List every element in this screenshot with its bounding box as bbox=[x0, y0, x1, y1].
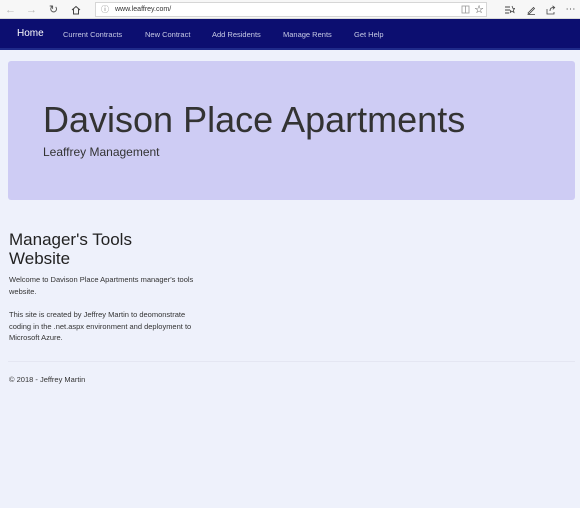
nav-get-help[interactable]: Get Help bbox=[354, 30, 384, 39]
back-icon[interactable]: ← bbox=[3, 2, 18, 17]
nav-add-residents[interactable]: Add Residents bbox=[212, 30, 261, 39]
section-heading: Manager's Tools Website bbox=[9, 230, 132, 268]
browser-toolbar: ← → ↻ ⓘ www.leaffrey.com/ ☆ ⋯ bbox=[0, 0, 580, 19]
url-text: www.leaffrey.com/ bbox=[115, 6, 172, 13]
address-bar[interactable]: ⓘ www.leaffrey.com/ ☆ bbox=[95, 2, 487, 17]
reading-view-icon[interactable] bbox=[458, 4, 472, 15]
favorites-hub-icon[interactable] bbox=[502, 2, 517, 17]
footer-divider bbox=[8, 361, 575, 362]
pen-icon[interactable] bbox=[523, 2, 538, 17]
nav-current-contracts[interactable]: Current Contracts bbox=[63, 30, 122, 39]
welcome-paragraph: Welcome to Davison Place Apartments mana… bbox=[9, 275, 194, 296]
more-options-icon[interactable]: ⋯ bbox=[563, 2, 578, 17]
forward-icon[interactable]: → bbox=[24, 2, 39, 17]
footer-copyright: © 2018 - Jeffrey Martin bbox=[9, 375, 86, 384]
nav-new-contract[interactable]: New Contract bbox=[145, 30, 190, 39]
site-navbar: Home Current Contracts New Contract Add … bbox=[0, 19, 580, 50]
jumbotron: Davison Place Apartments Leaffrey Manage… bbox=[8, 61, 575, 200]
page-title: Davison Place Apartments bbox=[43, 99, 466, 140]
nav-home-link[interactable]: Home bbox=[17, 28, 44, 39]
refresh-icon[interactable]: ↻ bbox=[46, 2, 61, 17]
page-subtitle: Leaffrey Management bbox=[43, 145, 160, 159]
share-icon[interactable] bbox=[543, 2, 558, 17]
about-paragraph: This site is created by Jeffrey Martin t… bbox=[9, 310, 192, 342]
nav-manage-rents[interactable]: Manage Rents bbox=[283, 30, 332, 39]
info-icon[interactable]: ⓘ bbox=[99, 4, 111, 15]
home-icon[interactable] bbox=[68, 2, 83, 17]
favorite-star-icon[interactable]: ☆ bbox=[472, 3, 486, 16]
